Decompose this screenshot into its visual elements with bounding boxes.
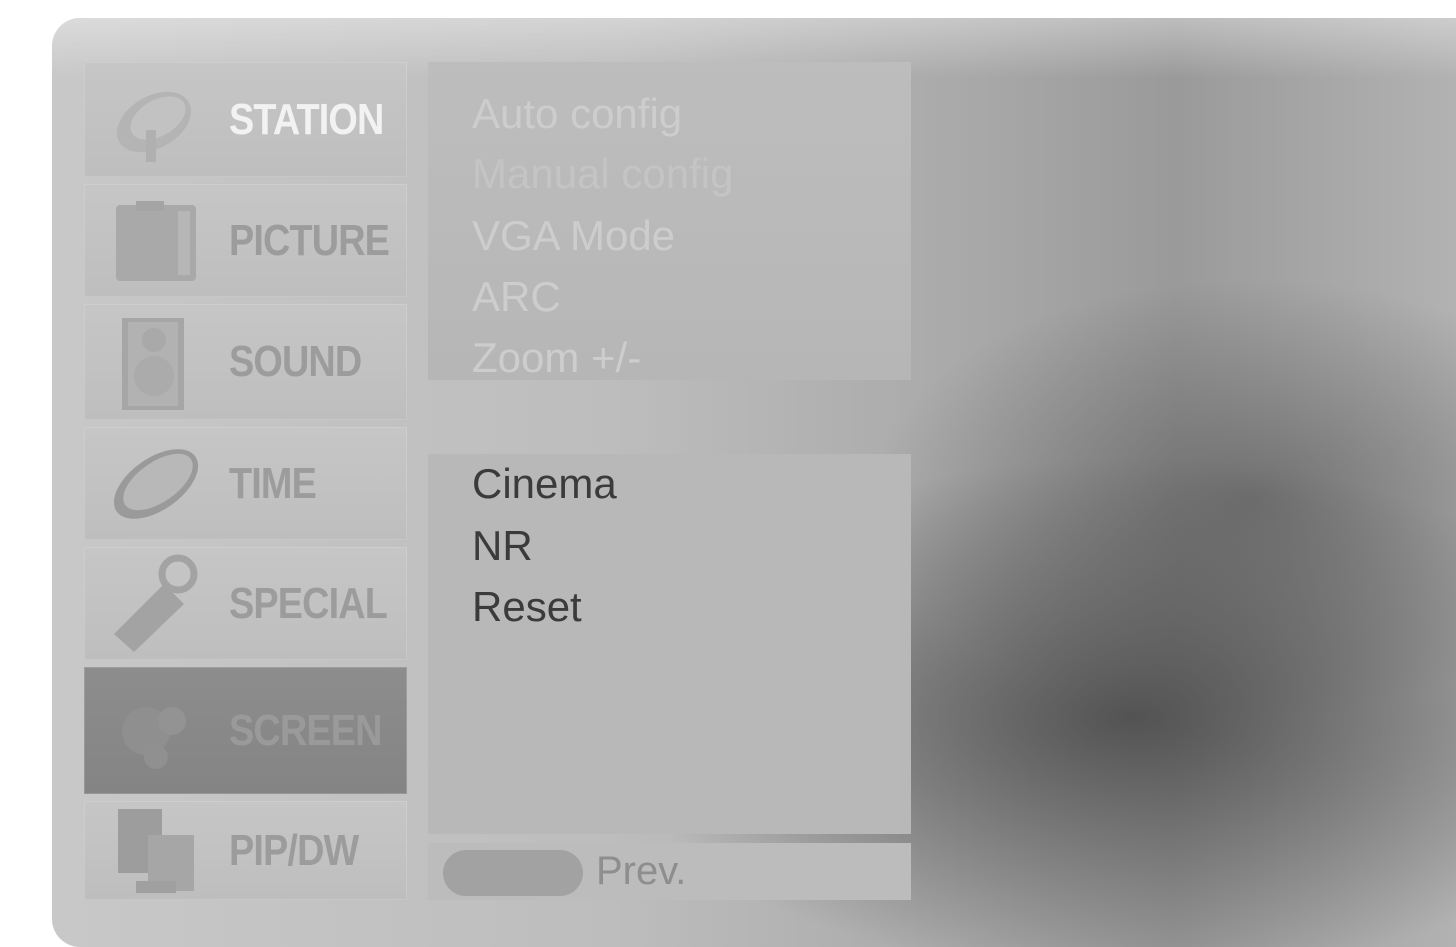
submenu-panel-upper: Auto config Manual config VGA Mode ARC Z… bbox=[428, 62, 911, 382]
submenu-item-auto-config[interactable]: Auto config bbox=[472, 90, 682, 138]
pip-windows-icon bbox=[106, 801, 206, 901]
submenu-item-nr[interactable]: NR bbox=[472, 522, 533, 570]
submenu-item-arc[interactable]: ARC bbox=[472, 273, 561, 321]
menu-label-special: SPECIAL bbox=[229, 578, 388, 628]
speaker-icon bbox=[106, 312, 206, 412]
screen-icon bbox=[106, 681, 206, 781]
tag-icon bbox=[106, 554, 206, 654]
menu-item-special[interactable]: SPECIAL bbox=[84, 547, 407, 660]
submenu-item-vga-mode[interactable]: VGA Mode bbox=[472, 212, 675, 260]
submenu-item-cinema[interactable]: Cinema bbox=[472, 460, 617, 508]
menu-label-screen: SCREEN bbox=[229, 705, 382, 755]
clock-icon bbox=[106, 434, 206, 534]
menu-label-time: TIME bbox=[229, 458, 317, 508]
menu-item-pipdw[interactable]: PIP/DW bbox=[84, 801, 407, 900]
menu-label-sound: SOUND bbox=[229, 337, 362, 386]
menu-key-icon bbox=[443, 850, 583, 896]
menu-label-picture: PICTURE bbox=[229, 215, 390, 265]
submenu-item-reset[interactable]: Reset bbox=[472, 583, 582, 631]
menu-item-picture[interactable]: PICTURE bbox=[84, 184, 407, 297]
footer-hint-bar: Prev. bbox=[428, 843, 911, 900]
submenu-item-zoom[interactable]: Zoom +/- bbox=[472, 334, 641, 382]
menu-item-time[interactable]: TIME bbox=[84, 427, 407, 540]
menu-label-pipdw: PIP/DW bbox=[229, 825, 359, 875]
submenu-item-manual-config[interactable]: Manual config bbox=[472, 150, 734, 198]
menu-item-screen[interactable]: SCREEN bbox=[84, 667, 407, 794]
satellite-dish-icon bbox=[106, 70, 206, 170]
osd-menu-window: STATION PICTURE SOUND TIME SPECIAL SCREE… bbox=[52, 18, 1456, 947]
menu-label-station: STATION bbox=[229, 94, 384, 144]
prev-label: Prev. bbox=[596, 849, 687, 893]
menu-item-sound[interactable]: SOUND bbox=[84, 304, 407, 420]
menu-item-station[interactable]: STATION bbox=[84, 62, 407, 177]
picture-frame-icon bbox=[106, 191, 206, 291]
submenu-panel-lower: Cinema NR Reset bbox=[428, 454, 911, 834]
